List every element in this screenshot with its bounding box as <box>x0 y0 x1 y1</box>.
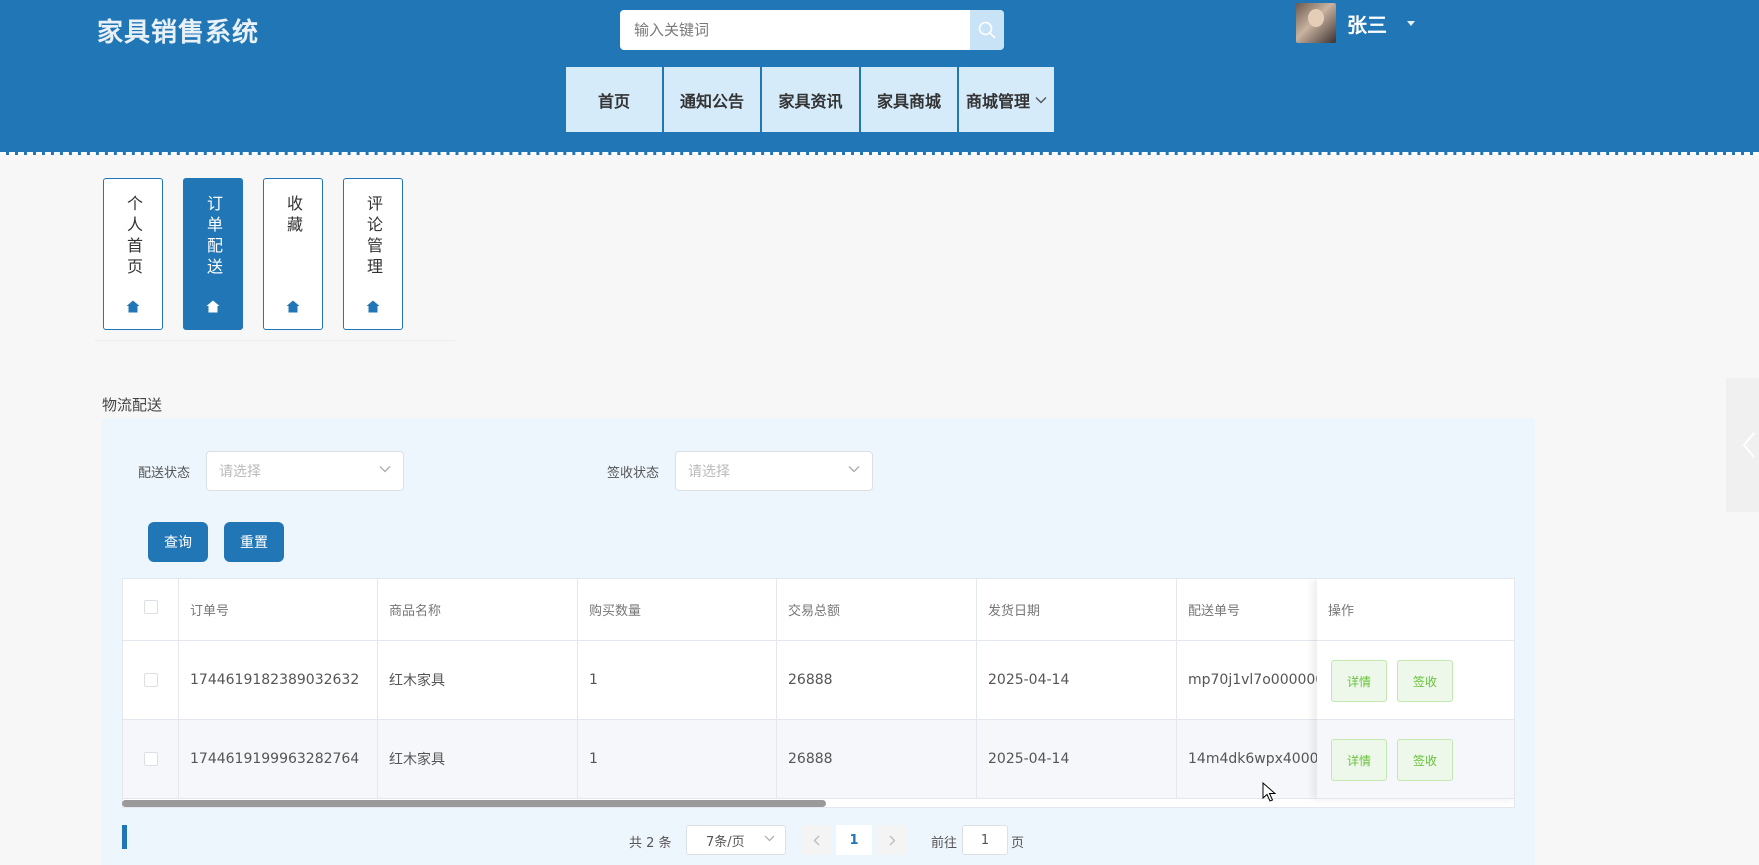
cell-qty: 1 <box>578 720 777 798</box>
search-icon <box>978 21 996 39</box>
nav-item-label: 家具资讯 <box>778 91 843 111</box>
home-icon <box>286 300 300 313</box>
chevron-right-icon <box>889 835 895 845</box>
prev-page-button[interactable] <box>801 825 831 855</box>
reset-button[interactable]: 重置 <box>224 522 284 562</box>
cell-product: 红木家具 <box>378 720 578 798</box>
row-select-cell <box>123 720 179 798</box>
sign-button[interactable]: 签收 <box>1397 739 1453 781</box>
cell-order-no: 1744619199963282764 <box>179 720 378 798</box>
tab-label: 个人首页 <box>124 195 143 279</box>
search-input[interactable] <box>620 10 970 50</box>
home-icon <box>126 300 140 313</box>
tab-comment-management[interactable]: 评论管理 <box>343 178 403 330</box>
nav-item-label: 首页 <box>597 91 630 111</box>
order-table: 订单号 商品名称 购买数量 交易总额 发货日期 配送单号 17446191823… <box>122 578 1515 808</box>
tab-personal-home[interactable]: 个人首页 <box>103 178 163 330</box>
action-cell: 详情 签收 <box>1317 641 1514 720</box>
cell-product: 红木家具 <box>378 641 578 719</box>
cell-ship-date: 2025-04-14 <box>977 641 1177 719</box>
column-header-product: 商品名称 <box>378 579 578 640</box>
search-bar <box>620 10 1004 50</box>
cell-tracking: mp70j1vl7o000000 <box>1188 672 1317 688</box>
detail-button[interactable]: 详情 <box>1331 739 1387 781</box>
tab-label: 订单配送 <box>204 195 223 279</box>
select-placeholder: 请选择 <box>219 464 261 480</box>
page-size-value: 7条/页 <box>706 834 745 850</box>
row-checkbox[interactable] <box>143 673 158 687</box>
chevron-left-icon <box>813 835 819 845</box>
nav-item-label: 商城管理 <box>965 91 1030 111</box>
total-count: 共 2 条 <box>629 836 672 851</box>
column-header-ship-date: 发货日期 <box>977 579 1177 640</box>
cell-total: 26888 <box>777 641 977 719</box>
page-size-select[interactable]: 7条/页 <box>686 825 786 855</box>
section-title: 物流配送 <box>102 396 163 414</box>
goto-label: 前往 <box>931 836 958 851</box>
home-icon <box>366 300 380 313</box>
chevron-down-icon <box>848 466 860 473</box>
query-button[interactable]: 查询 <box>148 522 208 562</box>
app-brand: 家具销售系统 <box>97 18 260 48</box>
row-checkbox[interactable] <box>143 752 158 766</box>
main-nav: 首页 通知公告 家具资讯 家具商城 商城管理 <box>566 67 1054 132</box>
fixed-action-column: 操作 详情 签收 详情 签收 <box>1317 579 1514 799</box>
chevron-down-icon <box>379 466 391 473</box>
search-button[interactable] <box>970 10 1004 50</box>
cell-qty: 1 <box>578 641 777 719</box>
page-number-current[interactable]: 1 <box>836 825 872 855</box>
nav-item-news[interactable]: 家具资讯 <box>762 67 859 132</box>
nav-item-shop-management[interactable]: 商城管理 <box>959 67 1054 132</box>
delivery-status-label: 配送状态 <box>138 466 191 481</box>
tab-label: 收藏 <box>284 195 303 237</box>
username[interactable]: 张三 <box>1347 9 1387 38</box>
cell-order-no: 1744619182389032632 <box>179 641 378 719</box>
next-page-button[interactable] <box>877 825 907 855</box>
table-header-row: 订单号 商品名称 购买数量 交易总额 发货日期 配送单号 <box>123 579 1514 641</box>
delivery-status-select[interactable]: 请选择 <box>206 451 404 491</box>
page-suffix: 页 <box>1011 836 1025 851</box>
column-header-actions: 操作 <box>1317 579 1514 641</box>
sign-status-label: 签收状态 <box>607 466 660 481</box>
sign-status-select[interactable]: 请选择 <box>675 451 873 491</box>
column-header-tracking: 配送单号 <box>1188 604 1241 619</box>
column-header-order-no: 订单号 <box>179 579 378 640</box>
divider <box>95 340 455 341</box>
mouse-cursor-icon <box>1262 782 1276 802</box>
row-select-cell <box>123 641 179 719</box>
home-icon <box>206 300 220 313</box>
select-placeholder: 请选择 <box>688 464 730 480</box>
tab-label: 评论管理 <box>364 195 383 279</box>
cell-ship-date: 2025-04-14 <box>977 720 1177 798</box>
table-row: 1744619199963282764 红木家具 1 26888 2025-04… <box>123 720 1514 799</box>
select-all-cell <box>123 579 179 640</box>
nav-item-label: 通知公告 <box>679 91 744 111</box>
top-header: 家具销售系统 张三 首页 通知公告 家具资讯 家具商城 商城管理 <box>0 0 1759 155</box>
user-menu[interactable]: 张三 <box>1296 3 1415 43</box>
detail-button[interactable]: 详情 <box>1331 660 1387 702</box>
chevron-down-icon <box>764 835 775 842</box>
nav-item-home[interactable]: 首页 <box>566 67 662 132</box>
chevron-down-icon <box>1035 96 1047 104</box>
nav-item-shop[interactable]: 家具商城 <box>861 67 957 132</box>
caret-down-icon[interactable] <box>1407 20 1415 26</box>
avatar[interactable] <box>1296 3 1336 43</box>
table-row: 1744619182389032632 红木家具 1 26888 2025-04… <box>123 641 1514 720</box>
pagination-marker <box>122 825 127 849</box>
cell-tracking: 14m4dk6wpx40000 <box>1188 751 1317 767</box>
sign-button[interactable]: 签收 <box>1397 660 1453 702</box>
nav-item-notices[interactable]: 通知公告 <box>664 67 760 132</box>
nav-item-label: 家具商城 <box>876 91 941 111</box>
goto-page-input[interactable] <box>962 825 1008 855</box>
chevron-left-icon[interactable] <box>1742 432 1756 458</box>
tab-favorites[interactable]: 收藏 <box>263 178 323 330</box>
select-all-checkbox[interactable] <box>143 599 158 614</box>
horizontal-scrollbar[interactable] <box>122 800 826 807</box>
action-cell: 详情 签收 <box>1317 720 1514 799</box>
cell-total: 26888 <box>777 720 977 798</box>
column-header-qty: 购买数量 <box>578 579 777 640</box>
tab-order-delivery[interactable]: 订单配送 <box>183 178 243 330</box>
column-header-total: 交易总额 <box>777 579 977 640</box>
